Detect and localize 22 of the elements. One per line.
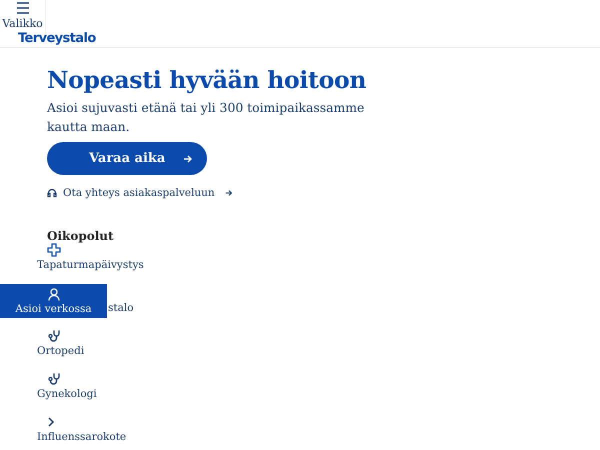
shortcut-link[interactable]: stalo [108, 302, 134, 315]
shortcut-link[interactable]: Ortopedi [37, 329, 84, 358]
chevron-icon [47, 415, 55, 429]
shortcut-link[interactable]: Gynekologi [37, 372, 97, 401]
shortcut-link[interactable]: Influenssarokote [37, 415, 126, 444]
menu-button[interactable]: Valikko [0, 0, 46, 34]
contact-link[interactable]: Ota yhteys asiakaspalveluun [47, 187, 233, 199]
plus-icon [47, 243, 61, 257]
stethoscope-icon [47, 329, 60, 343]
hero-text: Asioi sujuvasti etänä tai yli 300 toimipaikassamme kautta maan. [47, 99, 366, 136]
book-button[interactable]: Varaa aika [47, 142, 207, 175]
headset-icon [47, 188, 57, 198]
arrow-icon [183, 154, 193, 164]
shortcut-link[interactable]: Tapaturmapäivystys [37, 243, 144, 272]
online-services-button[interactable]: Asioi verkossa [0, 284, 107, 318]
person-icon [48, 288, 60, 300]
menu-icon [16, 2, 30, 14]
hero-title: Nopeasti hyvään hoitoon [47, 66, 368, 94]
section-title: Oikopolut [47, 229, 115, 243]
arrow-icon [224, 189, 233, 197]
stethoscope-icon [47, 372, 60, 386]
logo[interactable]: Terveystalo [18, 31, 96, 46]
